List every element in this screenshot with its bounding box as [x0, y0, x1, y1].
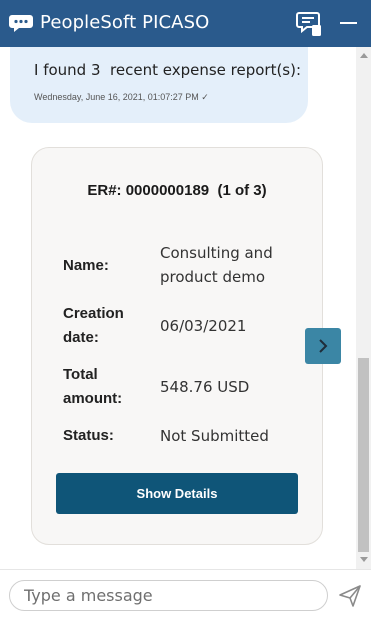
message-input[interactable] — [9, 580, 328, 611]
send-icon[interactable] — [338, 585, 362, 607]
bot-message-text: I found 3 recent expense report(s): — [34, 61, 302, 79]
chat-scrollbar[interactable] — [356, 47, 371, 569]
message-composer — [0, 569, 371, 620]
show-details-button[interactable]: Show Details — [56, 473, 298, 514]
status-value: Not Submitted — [160, 427, 269, 445]
creation-date-value: 06/03/2021 — [160, 317, 247, 335]
total-amount-label: Total amount: — [63, 366, 123, 407]
name-value: Consulting and product demo — [160, 244, 273, 286]
minimize-icon[interactable] — [340, 22, 357, 24]
name-label: Name: — [63, 257, 109, 274]
app-title: PeopleSoft PICASO — [40, 12, 210, 33]
message-timestamp: Wednesday, June 16, 2021, 01:07:27 PM ✓ — [34, 92, 209, 102]
chat-transcript: I found 3 recent expense report(s): Wedn… — [0, 47, 356, 569]
scroll-thumb[interactable] — [358, 358, 369, 552]
scroll-down-arrow-icon[interactable] — [360, 557, 368, 562]
next-card-button[interactable] — [305, 328, 341, 364]
creation-date-label: Creation date: — [63, 305, 124, 346]
er-heading: ER#: 0000000189 (1 of 3) — [87, 182, 267, 199]
bot-message-bubble: I found 3 recent expense report(s): Wedn… — [10, 47, 308, 123]
expense-report-card: ER#: 0000000189 (1 of 3) Name: Consultin… — [31, 147, 323, 545]
chevron-right-icon — [319, 339, 328, 353]
total-amount-value: 548.76 USD — [160, 378, 250, 396]
status-label: Status: — [63, 427, 114, 444]
scroll-up-arrow-icon[interactable] — [360, 53, 368, 58]
chat-bubbles-icon — [9, 15, 33, 32]
chat-header: PeopleSoft PICASO — [0, 0, 371, 47]
feedback-icon[interactable] — [296, 11, 322, 37]
